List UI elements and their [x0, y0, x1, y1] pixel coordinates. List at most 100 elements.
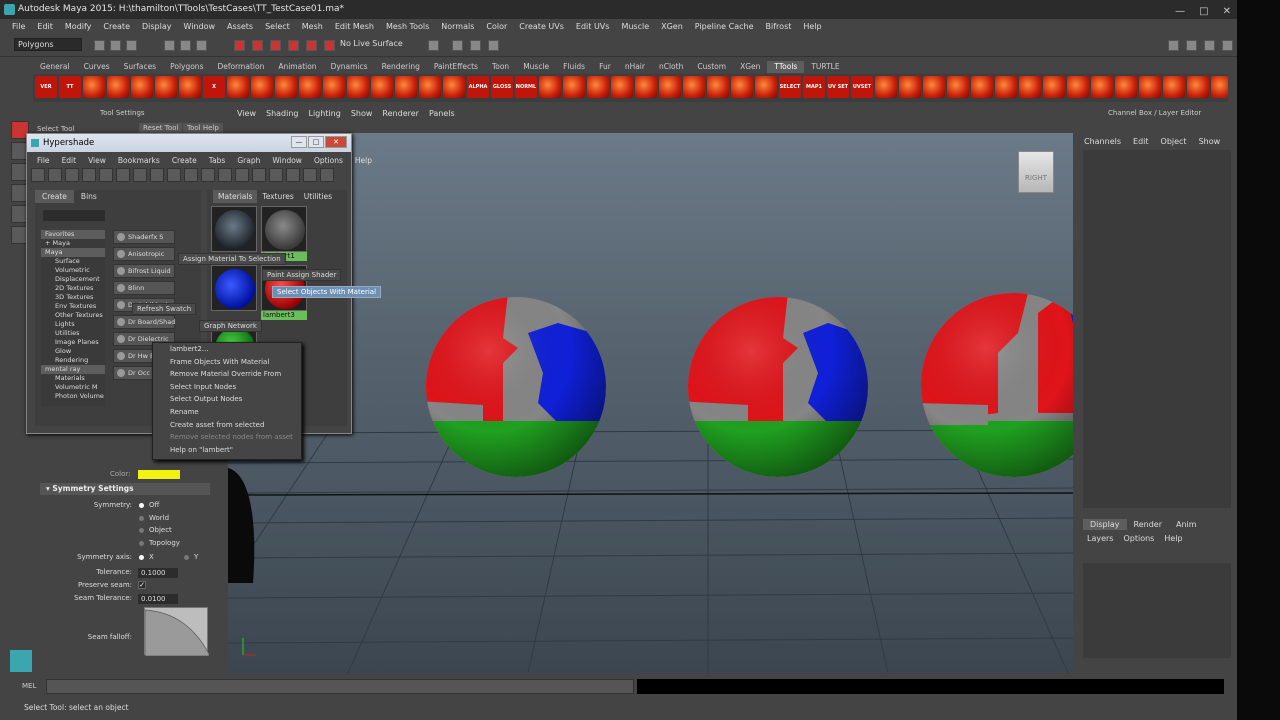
- hs-tool-icon[interactable]: [201, 168, 215, 182]
- shelf-tool-button[interactable]: X: [203, 76, 225, 98]
- shelf-tool-button[interactable]: [395, 76, 417, 98]
- shelf-tab-painteffects[interactable]: PaintEffects: [427, 61, 485, 73]
- shelf-tool-button[interactable]: [227, 76, 249, 98]
- hs-tool-icon[interactable]: [150, 168, 164, 182]
- viewport-menu-shading[interactable]: Shading: [261, 107, 304, 121]
- menu-file[interactable]: File: [6, 19, 31, 35]
- menu-window[interactable]: Window: [178, 19, 222, 35]
- menu-help[interactable]: Help: [797, 19, 827, 35]
- hs-tree-item[interactable]: Photon Volume: [41, 392, 105, 401]
- hs-tool-icon[interactable]: [82, 168, 96, 182]
- hs-node-button[interactable]: Anisotropic: [113, 247, 175, 261]
- context-menu-item[interactable]: Rename: [153, 406, 301, 419]
- snap-point-icon[interactable]: [270, 40, 281, 51]
- hs-tool-icon[interactable]: [303, 168, 317, 182]
- hs-tree-item[interactable]: 3D Textures: [41, 293, 105, 302]
- symmetry-off-radio[interactable]: Off: [139, 501, 159, 509]
- shelf-tool-button[interactable]: UVSET: [851, 76, 873, 98]
- new-scene-icon[interactable]: [94, 40, 105, 51]
- menu-pipeline-cache[interactable]: Pipeline Cache: [689, 19, 760, 35]
- shelf-tool-button[interactable]: [635, 76, 657, 98]
- shelf-tool-button[interactable]: [1163, 76, 1185, 98]
- shelf-tool-button[interactable]: [251, 76, 273, 98]
- shelf-tab-toon[interactable]: Toon: [485, 61, 516, 73]
- shelf-tool-button[interactable]: [1019, 76, 1041, 98]
- shelf-tool-button[interactable]: [1115, 76, 1137, 98]
- hs-tool-icon[interactable]: [99, 168, 113, 182]
- shelf-tool-button[interactable]: [659, 76, 681, 98]
- hs-tree-item[interactable]: Displacement: [41, 275, 105, 284]
- reset-tool-button[interactable]: Reset Tool: [139, 123, 183, 133]
- shelf-tool-button[interactable]: [707, 76, 729, 98]
- menu-set-selector[interactable]: Polygons: [14, 38, 82, 51]
- render-settings-icon[interactable]: [470, 40, 481, 51]
- shelf-tool-button[interactable]: [971, 76, 993, 98]
- material-swatch[interactable]: [211, 206, 257, 252]
- menu-create[interactable]: Create: [97, 19, 136, 35]
- shelf-tool-button[interactable]: [419, 76, 441, 98]
- symmetry-world-radio[interactable]: World: [139, 514, 169, 522]
- menu-normals[interactable]: Normals: [435, 19, 480, 35]
- hs-tool-icon[interactable]: [252, 168, 266, 182]
- shelf-tool-button[interactable]: VER 4.8T: [35, 76, 57, 98]
- layer-menu-layers[interactable]: Layers: [1087, 534, 1113, 543]
- shelf-tool-button[interactable]: [923, 76, 945, 98]
- context-menu-item[interactable]: Select Output Nodes: [153, 393, 301, 406]
- viewport-menu-panels[interactable]: Panels: [424, 107, 460, 121]
- snap-surface-icon[interactable]: [306, 40, 317, 51]
- hs-tree-item[interactable]: Maya: [41, 248, 105, 257]
- hs-tree-item[interactable]: Volumetric: [41, 266, 105, 275]
- shelf-tab-general[interactable]: General: [33, 61, 77, 73]
- hs-tool-icon[interactable]: [286, 168, 300, 182]
- hs-tool-icon[interactable]: [48, 168, 62, 182]
- hs-menu-options[interactable]: Options: [308, 154, 349, 167]
- hs-tree-item[interactable]: Other Textures: [41, 311, 105, 320]
- hs-tool-icon[interactable]: [167, 168, 181, 182]
- cb-menu-edit[interactable]: Edit: [1133, 137, 1149, 146]
- menu-edit[interactable]: Edit: [31, 19, 59, 35]
- hs-menu-file[interactable]: File: [31, 154, 56, 167]
- view-cube[interactable]: RIGHT: [1018, 151, 1054, 193]
- hs-tool-icon[interactable]: [235, 168, 249, 182]
- shelf-tool-button[interactable]: ALPHA: [467, 76, 489, 98]
- context-menu-item[interactable]: Select Input Nodes: [153, 381, 301, 394]
- viewport-menu-lighting[interactable]: Lighting: [303, 107, 345, 121]
- context-menu-item[interactable]: Help on "lambert": [153, 444, 301, 457]
- viewport-menu-view[interactable]: View: [232, 107, 261, 121]
- hs-tool-icon[interactable]: [269, 168, 283, 182]
- sphere-1[interactable]: [418, 293, 628, 501]
- tool-help-button[interactable]: Tool Help: [183, 123, 223, 133]
- hs-maximize-icon[interactable]: □: [308, 136, 324, 148]
- cb-tab-render[interactable]: Render: [1127, 519, 1169, 530]
- hs-tree-item[interactable]: Env Textures: [41, 302, 105, 311]
- 3d-viewport[interactable]: RIGHT: [228, 133, 1073, 673]
- shelf-tool-button[interactable]: [1187, 76, 1209, 98]
- tool-settings-icon[interactable]: [1204, 40, 1215, 51]
- shelf-tab-fluids[interactable]: Fluids: [556, 61, 592, 73]
- select-object-icon[interactable]: [180, 40, 191, 51]
- shelf-tool-button[interactable]: [587, 76, 609, 98]
- cb-tab-anim[interactable]: Anim: [1169, 519, 1204, 530]
- menu-select[interactable]: Select: [259, 19, 296, 35]
- open-scene-icon[interactable]: [110, 40, 121, 51]
- hs-menu-help[interactable]: Help: [349, 154, 378, 167]
- shelf-tool-button[interactable]: [1091, 76, 1113, 98]
- hs-tree-item[interactable]: Glow: [41, 347, 105, 356]
- hs-tab-utilities[interactable]: Utilities: [299, 190, 337, 203]
- layer-menu-options[interactable]: Options: [1123, 534, 1154, 543]
- menu-modify[interactable]: Modify: [59, 19, 98, 35]
- sphere-2[interactable]: [678, 293, 888, 501]
- shelf-tool-button[interactable]: [1211, 76, 1228, 98]
- refresh-swatch-item[interactable]: Refresh Swatch: [132, 303, 197, 315]
- select-hierarchy-icon[interactable]: [164, 40, 175, 51]
- viewport-menu-show[interactable]: Show: [346, 107, 378, 121]
- hs-menu-edit[interactable]: Edit: [56, 154, 83, 167]
- hs-tab-materials[interactable]: Materials: [213, 190, 258, 203]
- hs-tool-icon[interactable]: [31, 168, 45, 182]
- hs-menu-create[interactable]: Create: [166, 154, 203, 167]
- shelf-tool-button[interactable]: [731, 76, 753, 98]
- shelf-tool-button[interactable]: [899, 76, 921, 98]
- menu-edit-mesh[interactable]: Edit Mesh: [329, 19, 380, 35]
- hs-tool-icon[interactable]: [218, 168, 232, 182]
- symmetry-topology-radio[interactable]: Topology: [139, 539, 180, 547]
